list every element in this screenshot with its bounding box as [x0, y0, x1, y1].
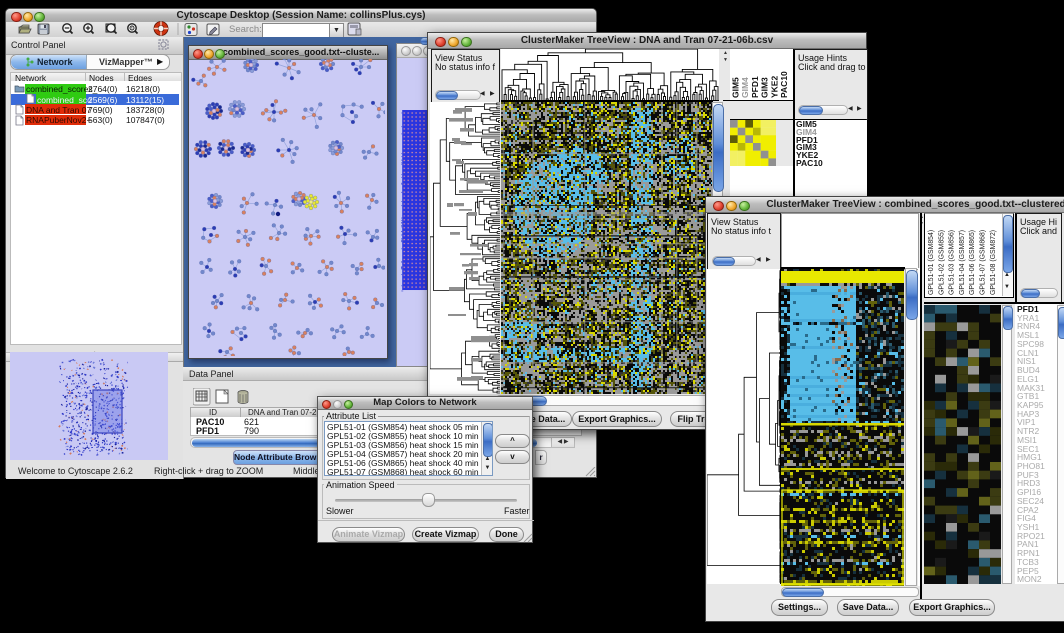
svg-text:GPL51-08 (GSM872): GPL51-08 (GSM872) [990, 230, 997, 295]
svg-text:YKE2: YKE2 [769, 76, 779, 98]
svg-text:GPL51-02 (GSM855): GPL51-02 (GSM855) [938, 230, 945, 295]
svg-text:GIM4: GIM4 [740, 77, 750, 98]
svg-text:GPL51-01 (GSM854): GPL51-01 (GSM854) [928, 230, 935, 295]
svg-text:GPL51-06 (GSM865): GPL51-06 (GSM865) [969, 230, 976, 295]
svg-text:GPL51-04 (GSM857): GPL51-04 (GSM857) [959, 230, 966, 295]
svg-text:PAC10: PAC10 [779, 71, 789, 98]
svg-text:GIM5: GIM5 [731, 77, 741, 98]
svg-text:GPL51-07 (GSM868): GPL51-07 (GSM868) [980, 230, 987, 295]
svg-text:PFD1: PFD1 [750, 76, 760, 98]
svg-text:GIM3: GIM3 [760, 77, 770, 98]
svg-text:GPL51-03 (GSM856): GPL51-03 (GSM856) [949, 230, 956, 295]
